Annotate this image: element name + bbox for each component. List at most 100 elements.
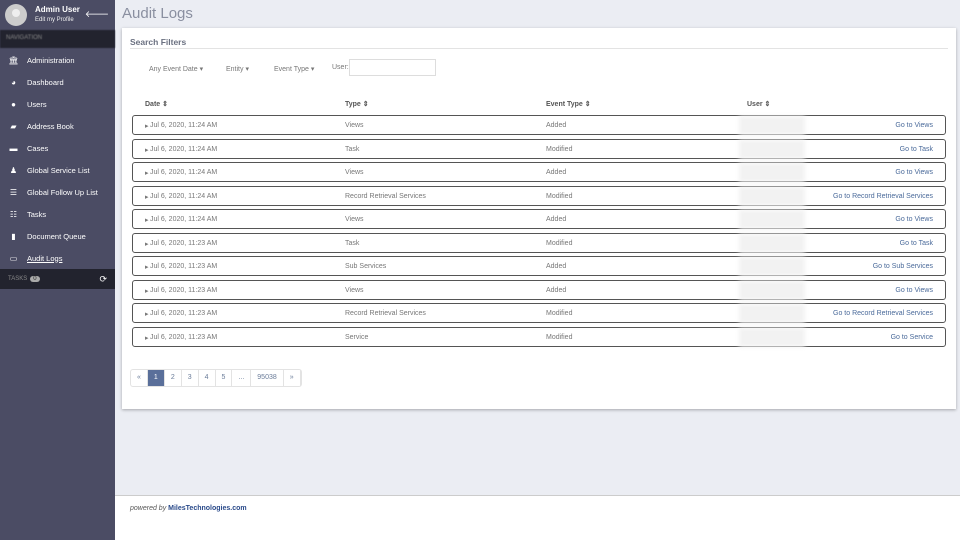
header-type[interactable]: Type ⇕	[345, 100, 369, 108]
table-row[interactable]: ▸ Jul 6, 2020, 11:24 AM Record Retrieval…	[132, 185, 946, 206]
cell-user-redacted	[739, 257, 805, 276]
cell-type: Views	[345, 169, 364, 176]
go-to-link[interactable]: Go to Task	[900, 146, 933, 153]
sidebar-item-audit-logs[interactable]: ▭ Audit Logs	[0, 247, 115, 269]
collapse-sidebar-icon[interactable]: 🡐	[85, 9, 109, 20]
go-to-link[interactable]: Go to Views	[895, 122, 933, 129]
table-row[interactable]: ▸ Jul 6, 2020, 11:23 AM Record Retrieval…	[132, 303, 946, 323]
user-icon: ●	[11, 99, 16, 109]
cell-date: Jul 6, 2020, 11:23 AM	[150, 263, 218, 270]
expand-caret-icon[interactable]: ▸	[145, 169, 149, 177]
sidebar-item-users[interactable]: ● Users	[0, 93, 115, 115]
expand-caret-icon[interactable]: ▸	[145, 216, 149, 224]
cell-user-redacted	[739, 233, 805, 253]
sidebar-item-tasks[interactable]: ☷ Tasks	[0, 203, 115, 225]
page-button[interactable]: 2	[165, 370, 182, 386]
user-label: User:	[332, 64, 349, 71]
table-row[interactable]: ▸ Jul 6, 2020, 11:24 AM Views Added Go t…	[132, 209, 946, 229]
tasks-bar[interactable]: TASKS 0 ⟳	[0, 269, 115, 289]
sidebar-item-global-service-list[interactable]: ♟ Global Service List	[0, 159, 115, 181]
page-button[interactable]: ...	[232, 370, 252, 386]
table-row[interactable]: ▸ Jul 6, 2020, 11:23 AM Sub Services Add…	[132, 256, 946, 276]
go-to-link[interactable]: Go to Service	[891, 334, 933, 341]
cell-user-redacted	[739, 186, 805, 206]
cell-date: Jul 6, 2020, 11:24 AM	[150, 122, 218, 129]
go-to-link[interactable]: Go to Views	[895, 216, 933, 223]
cell-user-redacted	[739, 304, 805, 323]
cell-event-type: Modified	[546, 333, 573, 341]
cell-date: Jul 6, 2020, 11:23 AM	[150, 310, 218, 317]
go-to-link[interactable]: Go to Record Retrieval Services	[833, 310, 933, 317]
go-to-link[interactable]: Go to Views	[895, 287, 933, 294]
expand-caret-icon[interactable]: ▸	[145, 240, 149, 248]
audit-panel: Search Filters Any Event Date ▾ Entity ▾…	[122, 28, 956, 409]
footer: powered by MilesTechnologies.com	[115, 495, 960, 540]
entity-dropdown[interactable]: Entity ▾	[226, 65, 249, 73]
sidebar-item-label: Tasks	[27, 209, 47, 219]
table-row[interactable]: ▸ Jul 6, 2020, 11:23 AM Task Modified Go…	[132, 232, 946, 253]
header-user[interactable]: User ⇕	[747, 100, 770, 108]
brand-link[interactable]: MilesTechnologies.com	[168, 505, 246, 512]
header-date[interactable]: Date ⇕	[145, 100, 168, 108]
sidebar-item-administration[interactable]: 🏛 Administration	[0, 49, 115, 71]
cell-type: Views	[345, 286, 364, 294]
expand-caret-icon[interactable]: ▸	[145, 146, 149, 154]
nav-header: NAVIGATION	[0, 30, 115, 48]
pagination: «1 2 3 4 5... 95038»	[130, 369, 302, 387]
cell-date: Jul 6, 2020, 11:23 AM	[150, 286, 218, 294]
expand-caret-icon[interactable]: ▸	[145, 193, 149, 201]
go-to-link[interactable]: Go to Sub Services	[873, 263, 933, 270]
log-icon: ▭	[9, 253, 18, 263]
cell-user-redacted	[739, 280, 805, 300]
cell-event-type: Added	[546, 122, 567, 129]
cell-type: Views	[345, 122, 364, 129]
expand-caret-icon[interactable]: ▸	[145, 263, 149, 271]
expand-caret-icon[interactable]: ▸	[145, 122, 149, 130]
refresh-icon[interactable]: ⟳	[99, 274, 107, 285]
page-title: Audit Logs	[122, 5, 193, 22]
book-icon: ▰	[10, 121, 17, 131]
user-input[interactable]	[349, 59, 436, 76]
avatar[interactable]	[5, 4, 27, 26]
sidebar-item-global-follow-up-list[interactable]: ☰ Global Follow Up List	[0, 181, 115, 203]
sidebar-item-cases[interactable]: ▬ Cases	[0, 137, 115, 159]
header-event-type[interactable]: Event Type ⇕	[546, 100, 591, 108]
event-date-dropdown[interactable]: Any Event Date ▾	[149, 65, 203, 73]
page-button[interactable]: 5	[216, 370, 233, 386]
sidebar-item-label: Document Queue	[27, 231, 86, 241]
cell-user-redacted	[739, 210, 805, 229]
search-filters-title: Search Filters	[130, 37, 187, 47]
page-button[interactable]: «	[131, 370, 148, 386]
event-type-dropdown[interactable]: Event Type ▾	[274, 65, 314, 73]
page-button[interactable]: 4	[199, 370, 216, 386]
sidebar-item-label: Cases	[27, 143, 49, 153]
table-row[interactable]: ▸ Jul 6, 2020, 11:23 AM Service Modified…	[132, 326, 946, 347]
divider	[130, 48, 948, 49]
page-button[interactable]: 95038	[251, 370, 284, 386]
expand-caret-icon[interactable]: ▸	[145, 334, 149, 342]
cell-event-type: Added	[546, 169, 567, 176]
cell-user-redacted	[739, 116, 805, 135]
table-row[interactable]: ▸ Jul 6, 2020, 11:24 AM Views Added Go t…	[132, 162, 946, 182]
sidebar-item-dashboard[interactable]: ◕ Dashboard	[0, 71, 115, 93]
user-tie-icon: ♟	[9, 165, 18, 175]
cell-date: Jul 6, 2020, 11:23 AM	[150, 239, 218, 247]
page-button[interactable]: 3	[182, 370, 199, 386]
go-to-link[interactable]: Go to Task	[900, 240, 933, 247]
table-row[interactable]: ▸ Jul 6, 2020, 11:24 AM Task Modified Go…	[132, 138, 946, 159]
powered-by-text: powered by	[130, 505, 167, 512]
page-button[interactable]: 1	[147, 370, 165, 386]
go-to-link[interactable]: Go to Views	[895, 169, 933, 176]
edit-profile-link[interactable]: Edit my Profile	[35, 17, 74, 23]
go-to-link[interactable]: Go to Record Retrieval Services	[833, 193, 933, 200]
tasks-count-badge: 0	[30, 276, 40, 282]
cell-date: Jul 6, 2020, 11:24 AM	[150, 169, 218, 176]
table-row[interactable]: ▸ Jul 6, 2020, 11:24 AM Views Added Go t…	[132, 115, 946, 135]
table-row[interactable]: ▸ Jul 6, 2020, 11:23 AM Views Added Go t…	[132, 279, 946, 300]
expand-caret-icon[interactable]: ▸	[145, 310, 149, 318]
tasks-icon: ☷	[9, 209, 18, 219]
sidebar-item-address-book[interactable]: ▰ Address Book	[0, 115, 115, 137]
sidebar-item-document-queue[interactable]: ▮ Document Queue	[0, 225, 115, 247]
expand-caret-icon[interactable]: ▸	[145, 287, 149, 295]
page-button[interactable]: »	[284, 370, 301, 386]
